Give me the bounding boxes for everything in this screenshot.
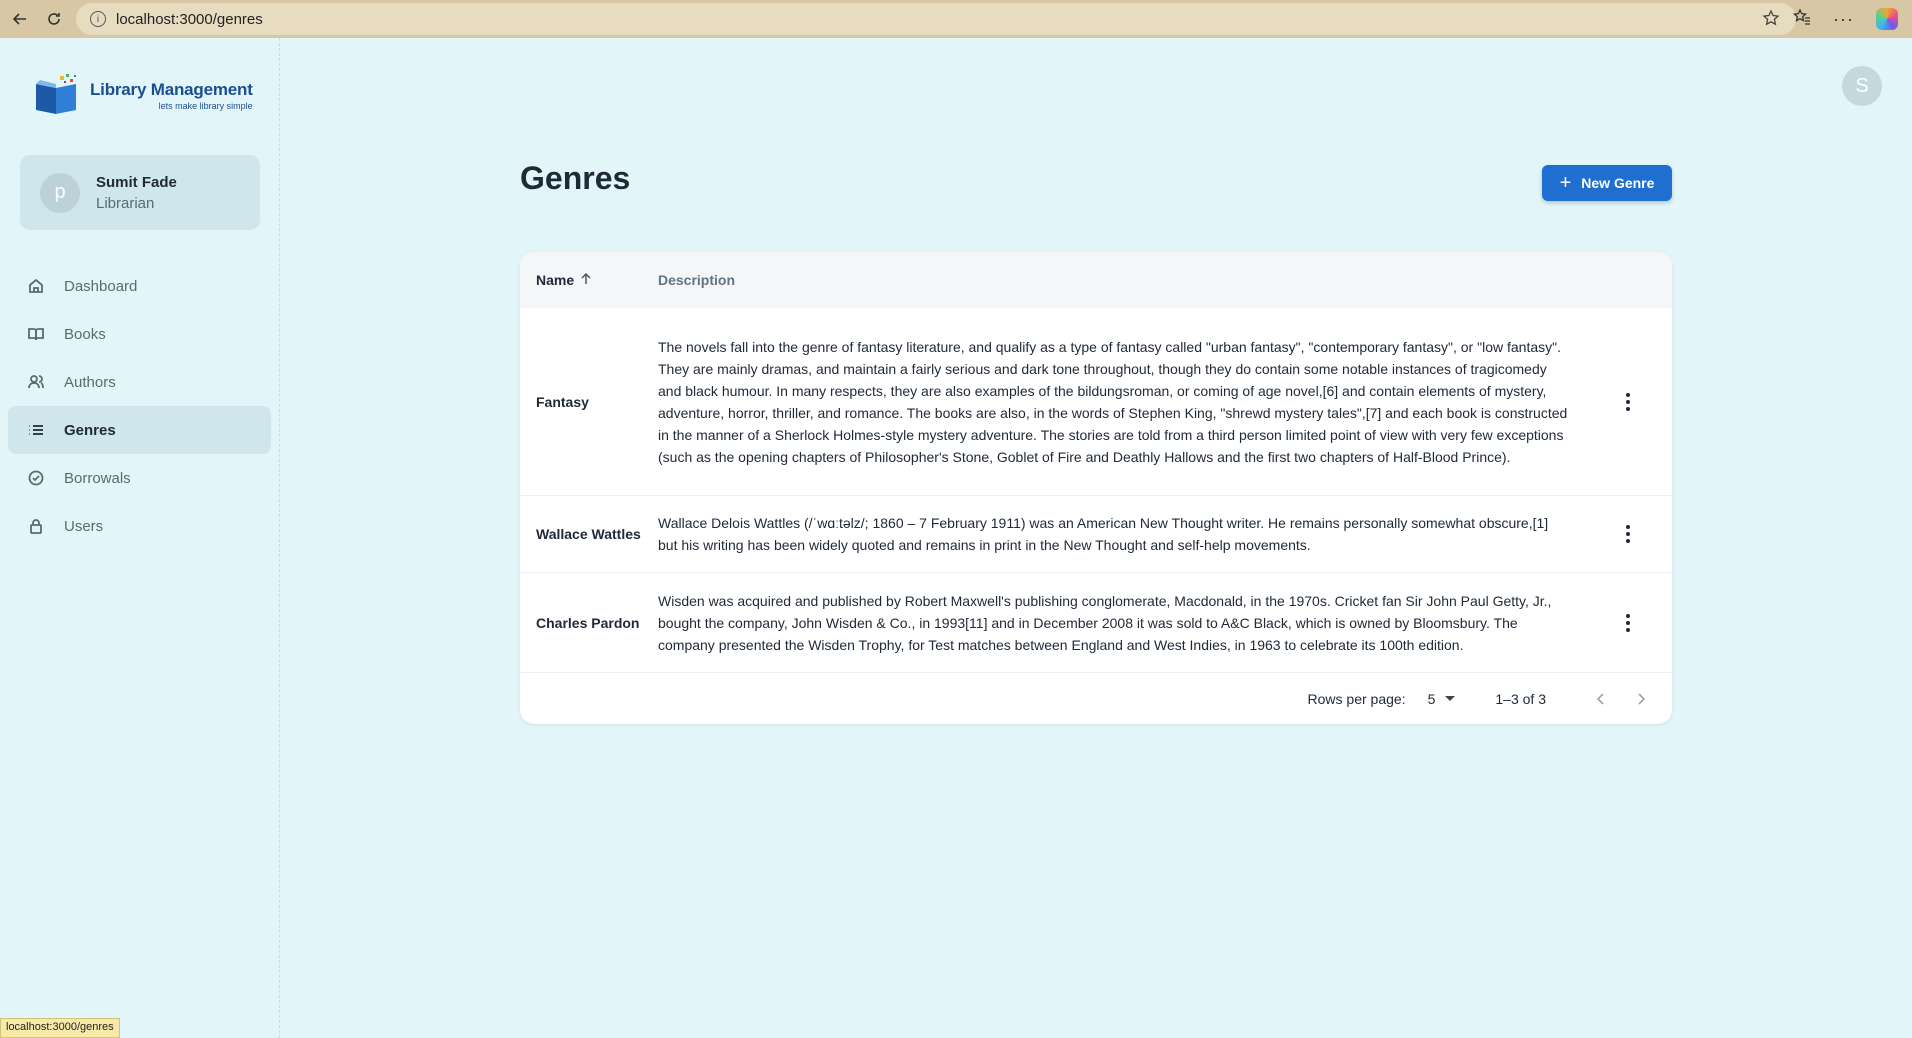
lock-icon [30,519,42,534]
rows-per-page-select[interactable]: 5 [1428,691,1456,707]
favorites-icon[interactable] [1792,7,1811,31]
table-row[interactable]: Charles Pardon Wisden was acquired and p… [520,573,1672,673]
more-vertical-icon [1626,613,1630,632]
status-bar-url: localhost:3000/genres [0,1018,120,1038]
logo-subtitle: lets make library simple [158,100,253,111]
logo-title: Library Management [90,79,253,99]
site-info-icon[interactable]: i [90,11,106,27]
more-vertical-icon [1626,392,1630,411]
table-row[interactable]: Wallace Wattles Wallace Delois Wattles (… [520,496,1672,573]
browser-toolbar: i localhost:3000/genres ··· [0,0,1912,38]
user-avatar: p [40,172,80,213]
rows-per-page-label: Rows per page: [1307,690,1406,707]
sidebar-item-authors[interactable]: Authors [8,358,271,406]
sidebar-item-borrowals[interactable]: Borrowals [8,454,271,502]
user-card: p Sumit Fade Librarian [20,155,260,230]
sort-ascending-icon[interactable] [580,272,592,288]
account-avatar[interactable]: S [1842,66,1882,106]
app-root: Library Management lets make library sim… [0,38,1912,1038]
next-page-button[interactable] [1626,684,1656,714]
more-vertical-icon [1626,525,1630,543]
back-icon[interactable] [6,5,34,33]
genre-description: Wisden was acquired and published by Rob… [658,592,1552,653]
sidebar: Library Management lets make library sim… [0,38,280,1038]
new-genre-label: New Genre [1581,175,1655,191]
previous-page-button[interactable] [1586,684,1616,714]
sidebar-item-dashboard[interactable]: Dashboard [8,262,271,310]
user-name: Sumit Fade [96,173,177,191]
more-menu-icon[interactable]: ··· [1833,9,1854,30]
genre-description: The novels fall into the genre of fantas… [658,338,1568,465]
favorite-star-icon[interactable] [1762,9,1780,31]
list-icon [29,425,43,435]
books-logo-icon [34,74,86,116]
genre-name: Charles Pardon [536,614,640,631]
copilot-icon[interactable] [1876,8,1898,30]
sidebar-item-users[interactable]: Users [8,502,271,550]
pagination-range: 1–3 of 3 [1495,690,1546,707]
sidebar-nav: Dashboard Books Authors Genres Borrowals… [8,262,271,550]
sidebar-item-label: Users [64,517,104,535]
logo[interactable]: Library Management lets make library sim… [34,74,253,116]
column-header-description[interactable]: Description [658,272,735,288]
check-circle-icon [28,470,44,486]
genres-table: Name Description Fantasy The novels fall… [520,252,1672,724]
sidebar-item-genres[interactable]: Genres [8,406,271,454]
sidebar-item-label: Dashboard [64,277,138,295]
users-icon [28,375,44,389]
address-bar[interactable]: i localhost:3000/genres [76,3,1796,35]
reload-icon[interactable] [40,5,68,33]
url-text: localhost:3000/genres [116,10,263,28]
home-icon [29,278,43,293]
genre-name: Wallace Wattles [536,526,641,542]
column-header-name[interactable]: Name [520,272,658,288]
new-genre-button[interactable]: + New Genre [1542,165,1672,201]
user-role: Librarian [96,194,155,212]
table-row[interactable]: Fantasy The novels fall into the genre o… [520,308,1672,496]
table-pagination: Rows per page: 5 1–3 of 3 [520,673,1672,724]
sidebar-item-label: Books [64,325,106,343]
sidebar-item-label: Authors [64,373,116,391]
row-menu-button[interactable] [1616,390,1640,414]
sidebar-item-label: Borrowals [64,469,131,487]
plus-icon: + [1559,172,1572,194]
page-title: Genres [520,160,631,196]
row-menu-button[interactable] [1616,522,1640,546]
genre-description: Wallace Delois Wattles (/ˈwɑːtəlz/; 1860… [658,515,1549,553]
genre-name: Fantasy [536,393,589,410]
book-icon [28,328,44,341]
sidebar-item-label: Genres [64,421,116,439]
sidebar-item-books[interactable]: Books [8,310,271,358]
row-menu-button[interactable] [1616,611,1640,635]
caret-down-icon [1445,696,1456,701]
table-header: Name Description [520,252,1672,308]
